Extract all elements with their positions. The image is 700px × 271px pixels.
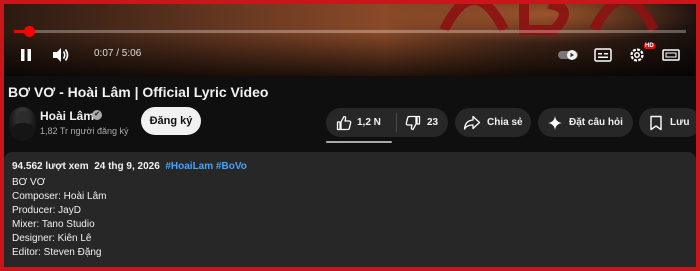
subscriber-count: 1,82 Tr người đăng ký — [40, 126, 129, 136]
save-button[interactable]: Lưu — [639, 108, 696, 137]
autoplay-toggle[interactable] — [556, 43, 580, 67]
description-line: Editor: Steven Đặng — [12, 247, 102, 258]
time-display: 0:07 / 5:06 — [94, 48, 142, 59]
pause-button[interactable] — [16, 43, 36, 67]
mute-button[interactable] — [50, 43, 72, 67]
like-dislike-group: 1,2 N 23 — [326, 108, 448, 137]
share-icon — [463, 115, 481, 131]
save-label: Lưu — [670, 117, 690, 128]
hd-badge: HD — [644, 43, 655, 49]
like-button[interactable]: 1,2 N — [326, 108, 396, 137]
settings-icon — [630, 48, 644, 62]
ask-question-button[interactable]: Đặt câu hỏi — [538, 108, 633, 137]
hashtag-link[interactable]: #BoVo — [216, 161, 247, 172]
bookmark-icon — [649, 115, 663, 131]
sparkle-icon — [547, 115, 563, 131]
autoplay-toggle-icon — [558, 50, 578, 60]
verified-icon: ✔ — [92, 110, 102, 120]
description-box[interactable]: 94.562 lượt xem 24 thg 9, 2026 #HoaiLam … — [4, 152, 696, 267]
description-line: Composer: Hoài Lâm — [12, 191, 107, 202]
video-title: BƠ VƠ - Hoài Lâm | Official Lyric Video — [8, 84, 269, 100]
video-player[interactable]: 0:07 / 5:06 HD — [4, 4, 696, 76]
pause-icon — [21, 49, 31, 61]
avatar-body — [11, 123, 35, 141]
thumbs-down-icon — [405, 115, 421, 131]
share-button[interactable]: Chia sẻ — [455, 108, 531, 137]
subscribe-button[interactable]: Đăng ký — [141, 107, 201, 135]
description-line: Producer: JayD — [12, 205, 81, 216]
ask-question-label: Đặt câu hỏi — [569, 117, 623, 128]
progress-bar[interactable] — [14, 26, 686, 37]
thumbs-up-icon — [336, 115, 352, 131]
like-count: 1,2 N — [357, 117, 381, 128]
view-count: 94.562 lượt xem — [12, 161, 89, 172]
hashtag-link[interactable]: #HoaiLam — [165, 161, 213, 172]
channel-avatar[interactable] — [9, 107, 36, 141]
theater-mode-icon — [662, 49, 680, 61]
description-text: BƠ VƠ Composer: Hoài Lâm Producer: JayD … — [12, 176, 106, 260]
dislike-count: 23 — [427, 117, 439, 128]
description-meta: 94.562 lượt xem 24 thg 9, 2026 #HoaiLam … — [12, 161, 247, 172]
description-line: Mixer: Tano Studio — [12, 219, 95, 230]
subtitles-icon — [594, 48, 612, 62]
description-line: Designer: Kiên Lê — [12, 233, 92, 244]
share-label: Chia sẻ — [487, 117, 523, 128]
volume-icon — [53, 48, 69, 62]
like-underline — [326, 141, 392, 143]
theater-mode-button[interactable] — [660, 43, 682, 67]
description-line: BƠ VƠ — [12, 177, 46, 188]
upload-date: 24 thg 9, 2026 — [94, 161, 160, 172]
channel-name[interactable]: Hoài Lâm — [40, 109, 94, 123]
subtitles-button[interactable] — [592, 43, 614, 67]
dislike-button[interactable]: 23 — [397, 108, 438, 137]
youtube-watch-page: 0:07 / 5:06 HD BƠ VƠ - Hoài Lâm | Offici… — [4, 4, 696, 267]
